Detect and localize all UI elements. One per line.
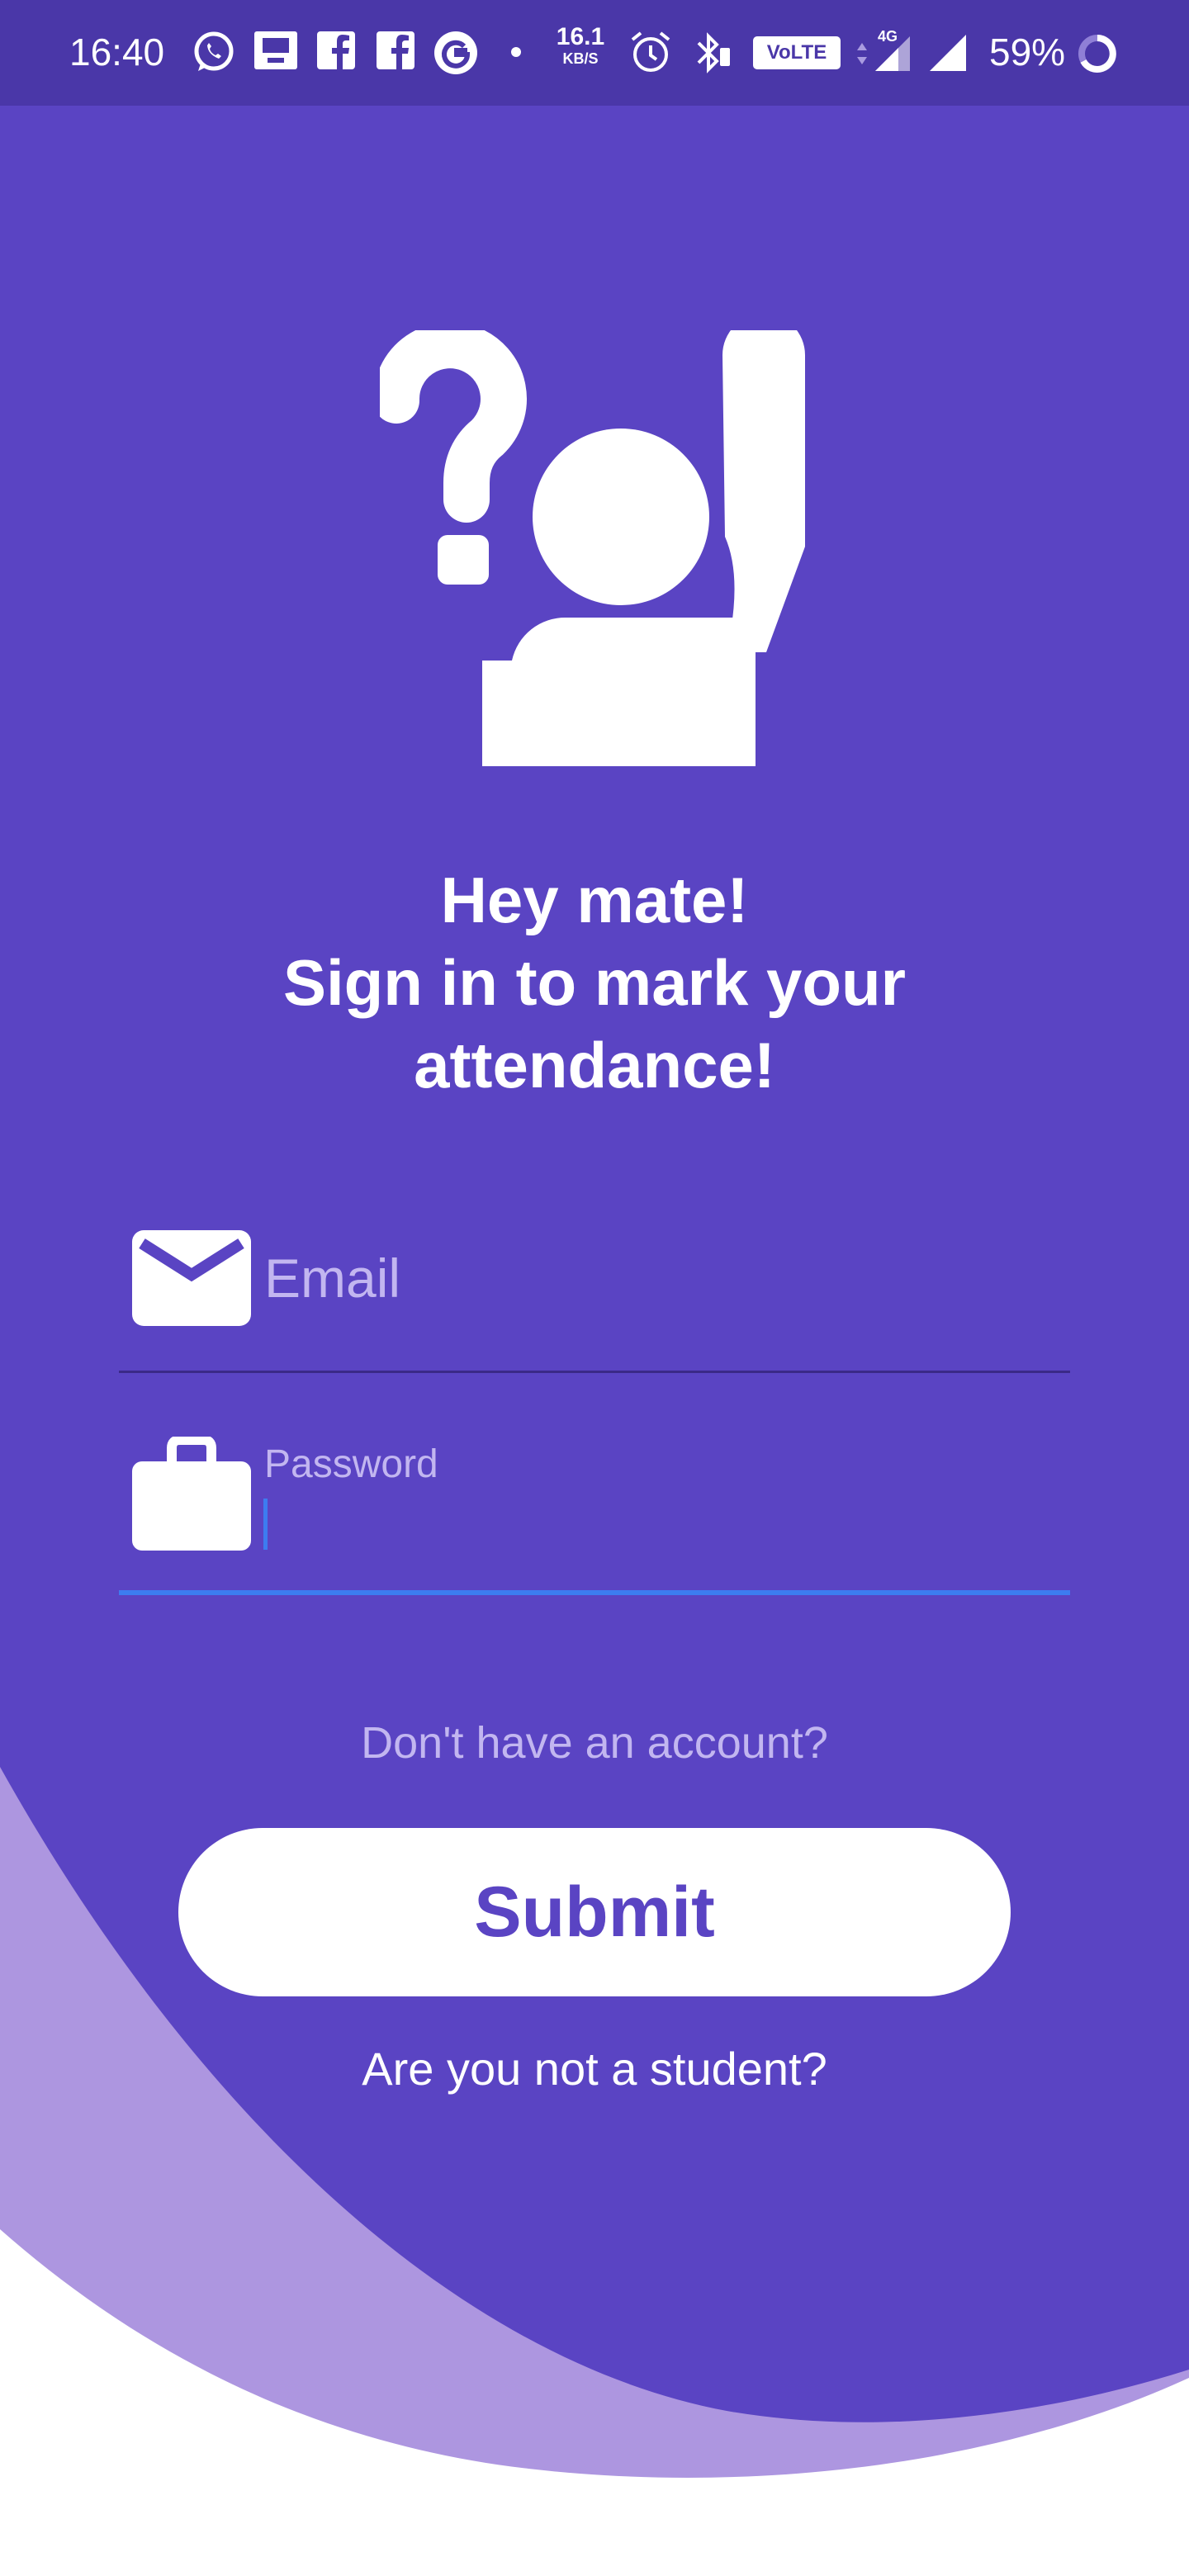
password-underline-focused <box>119 1590 1070 1595</box>
signal-icon <box>930 35 966 71</box>
headline-line-2: Sign in to mark your <box>282 946 907 1019</box>
bluetooth-icon <box>697 32 730 73</box>
dot-icon <box>511 47 521 57</box>
battery-percent: 59% <box>989 31 1066 73</box>
google-icon <box>434 31 477 74</box>
data-arrows-icon <box>857 43 867 64</box>
alarm-icon <box>631 31 670 72</box>
briefcase-icon <box>132 1437 251 1551</box>
battery-icon <box>1078 35 1116 73</box>
not-student-link[interactable]: Are you not a student? <box>264 2039 925 2099</box>
volte-badge: VoLTE <box>753 36 841 69</box>
whatsapp-icon <box>194 31 234 71</box>
email-underline <box>119 1371 1070 1373</box>
password-field[interactable] <box>119 1420 1070 1593</box>
headline-line-3: attendance! <box>414 1029 775 1101</box>
email-placeholder: Email <box>264 1248 401 1309</box>
password-label: Password <box>264 1442 438 1486</box>
status-bar: 16:40 16.1 KB/S VoLTE 4G 59% <box>0 0 1189 106</box>
facebook-icon <box>317 31 355 69</box>
raised-hand-question-icon <box>380 330 805 766</box>
mail-icon <box>132 1230 251 1326</box>
password-text-cursor <box>263 1499 268 1550</box>
headline-line-1: Hey mate! <box>440 864 749 936</box>
presentation-icon <box>254 31 297 69</box>
no-account-link[interactable]: Don't have an account? <box>264 1713 925 1773</box>
signal-icon <box>875 36 910 71</box>
submit-button[interactable]: Submit <box>178 1828 1011 1996</box>
facebook-icon <box>377 31 414 69</box>
email-field[interactable] <box>119 1214 1070 1376</box>
network-speed: 16.1 KB/S <box>556 23 605 67</box>
headline: Hey mate! Sign in to mark your attendanc… <box>182 859 1007 1106</box>
status-time: 16:40 <box>69 31 165 73</box>
